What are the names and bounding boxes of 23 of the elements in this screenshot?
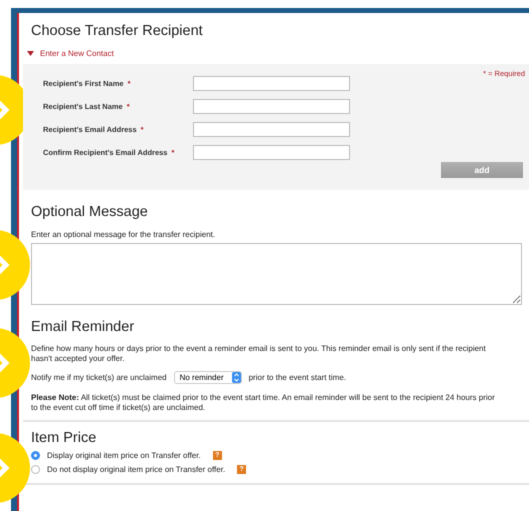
new-contact-toggle[interactable]: Enter a New Contact xyxy=(27,49,114,58)
message-field[interactable] xyxy=(31,243,522,305)
triangle-icon xyxy=(27,51,34,56)
radio-button[interactable] xyxy=(31,465,40,474)
reminder-note: Please Note: All ticket(s) must be claimed prior to the event start time. An email reminder will be sent to the recipient 24 hours prior to the event cut off time if ticket(s) are unclaimed. xyxy=(31,393,496,413)
input-field[interactable] xyxy=(193,145,350,160)
notify-suffix: prior to the event start time. xyxy=(248,373,346,382)
section-title: Optional Message xyxy=(31,204,149,220)
section-title: Email Reminder xyxy=(31,319,136,335)
input-field[interactable] xyxy=(193,76,350,91)
radio-label: Display original item price on Transfer offer. xyxy=(47,451,201,460)
message-hint: Enter an optional message for the transfer recipient. xyxy=(31,230,216,239)
add-button[interactable]: add xyxy=(441,162,523,178)
radio-label: Do not display original item price on Transfer offer. xyxy=(47,465,226,474)
notify-label: Notify me if my ticket(s) are unclaimed xyxy=(31,373,167,382)
reminder-description: Define how many hours or days prior to the event a reminder email is sent to you. This reminder email is only sent if the recipient hasn't accepted your offer. xyxy=(31,344,487,364)
reminder-select[interactable]: No reminder xyxy=(174,371,242,384)
input-field[interactable] xyxy=(193,99,350,114)
stepper-arrows-icon xyxy=(232,372,241,383)
section-title: Item Price xyxy=(31,430,98,446)
input-field[interactable] xyxy=(193,122,350,137)
section-title: Choose Transfer Recipient xyxy=(30,22,204,39)
radio-button[interactable] xyxy=(31,451,40,460)
